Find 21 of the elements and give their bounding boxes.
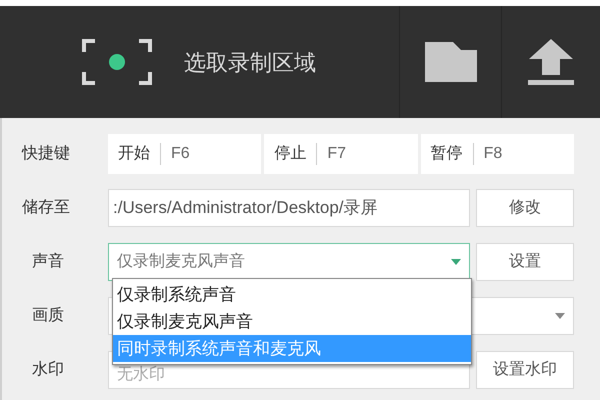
hotkey-field[interactable]: 停止 F7: [264, 134, 418, 174]
sound-dropdown[interactable]: 仅录制麦克风声音: [108, 243, 470, 281]
sound-label: 声音: [31, 252, 65, 272]
sound-settings-button[interactable]: 设置: [476, 243, 574, 281]
folder-icon: [424, 42, 476, 82]
sound-option[interactable]: 仅录制麦克风声音: [113, 308, 471, 335]
hotkey-field[interactable]: 开始 F6: [108, 134, 262, 174]
watermark-label: 水印: [31, 360, 65, 380]
dropdown-caret-icon: [451, 259, 461, 265]
hotkey-label: 快捷键: [22, 144, 71, 164]
capture-frame-icon: [82, 38, 152, 86]
hotkey-field[interactable]: 暂停 F8: [420, 134, 574, 174]
sound-option[interactable]: 仅录制系统声音: [113, 281, 471, 308]
quality-label: 画质: [31, 306, 65, 326]
save-to-label: 储存至: [22, 198, 71, 218]
upload-icon: [527, 39, 575, 85]
save-path-field[interactable]: :/Users/Administrator/Desktop/录屏: [108, 189, 470, 227]
record-area-label: 选取录制区域: [184, 48, 316, 76]
dropdown-caret-icon: [555, 313, 565, 319]
change-button[interactable]: 修改: [476, 189, 574, 227]
watermark-settings-button[interactable]: 设置水印: [476, 351, 574, 389]
